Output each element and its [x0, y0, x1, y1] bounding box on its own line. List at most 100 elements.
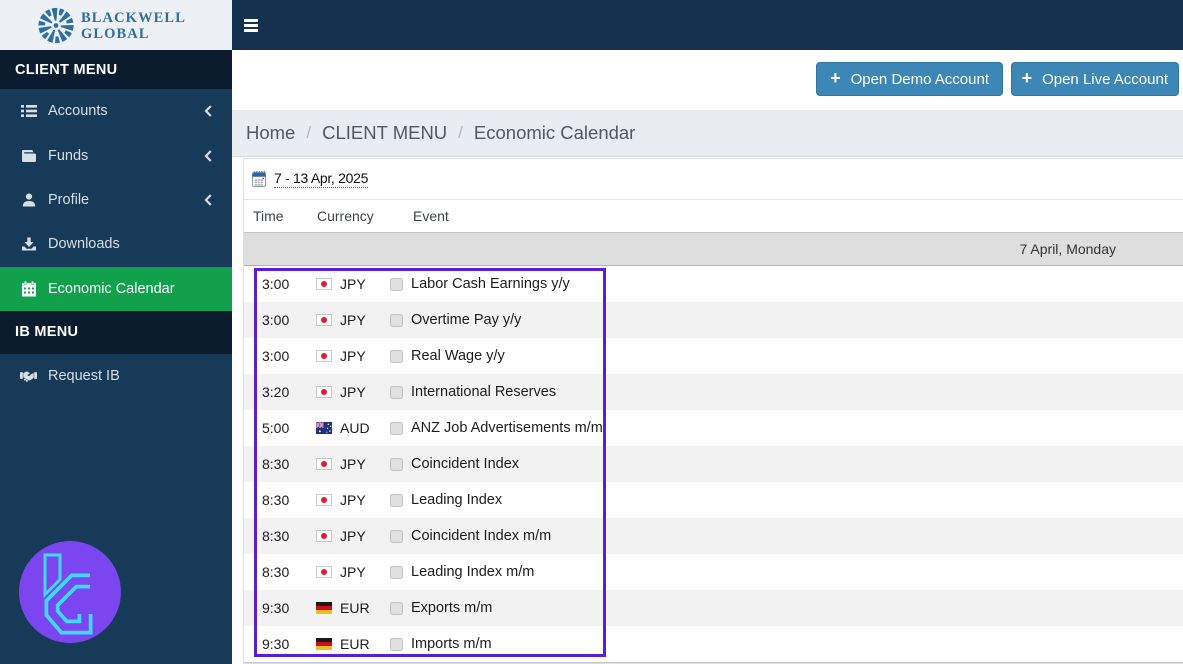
open-live-account-button[interactable]: + Open Live Account	[1010, 62, 1179, 96]
sidebar-item-profile[interactable]: Profile	[0, 178, 232, 222]
breadcrumb-separator: /	[306, 123, 312, 142]
handshake-icon	[20, 368, 37, 385]
sidebar-item-accounts[interactable]: Accounts	[0, 89, 232, 133]
download-icon	[20, 236, 37, 253]
currency-code: JPY	[340, 312, 366, 328]
japan-flag-svg	[316, 314, 332, 326]
sidebar-item-economic-calendar[interactable]: Economic Calendar	[0, 266, 232, 311]
sidebar-item-downloads[interactable]: Downloads	[0, 222, 232, 266]
event-row: 3:00 JPY Labor Cash Earnings y/y	[244, 266, 1183, 302]
australia-flag-svg	[316, 422, 332, 434]
calendar-icon-svg	[21, 281, 36, 297]
calendar-header-row: Time Currency Event	[244, 200, 1183, 233]
japan-flag	[316, 278, 340, 290]
currency-cell: JPY	[316, 384, 390, 400]
date-range-link[interactable]: 7 - 13 Apr, 2025	[274, 170, 368, 188]
event-checkbox[interactable]	[390, 457, 403, 471]
wallet-icon-svg	[21, 149, 36, 162]
currency-cell: JPY	[316, 456, 390, 472]
chevron-left-icon-svg	[204, 105, 212, 117]
open-demo-account-button[interactable]: + Open Demo Account	[816, 62, 1003, 96]
event-checkbox[interactable]	[390, 637, 403, 651]
user-icon	[20, 191, 37, 208]
currency-code: JPY	[340, 564, 366, 580]
sidebar-item-label: Accounts	[48, 103, 108, 120]
event-checkbox[interactable]	[390, 529, 403, 543]
event-name: Imports m/m	[411, 636, 492, 652]
logo-line2: GLOBAL	[81, 25, 150, 42]
japan-flag-svg	[316, 386, 332, 398]
event-time: 8:30	[262, 492, 290, 508]
event-row: 3:00 JPY Overtime Pay y/y	[244, 302, 1183, 338]
sidebar-item-label: Economic Calendar	[48, 280, 175, 297]
event-checkbox[interactable]	[390, 565, 403, 579]
event-row: 3:00 JPY Real Wage y/y	[244, 338, 1183, 374]
event-time: 3:00	[262, 276, 290, 292]
currency-cell: AUD	[316, 420, 390, 436]
ib-menu-header: IB MENU	[0, 310, 232, 354]
event-checkbox[interactable]	[390, 601, 403, 615]
handshake-icon-svg	[20, 371, 37, 382]
chevron-left-icon-svg	[204, 149, 212, 162]
economic-calendar-panel: 7 - 13 Apr, 2025 Time Currency Event 7 A…	[243, 158, 1183, 664]
event-name: International Reserves	[411, 384, 557, 400]
currency-code: AUD	[340, 420, 370, 436]
download-icon-svg	[21, 237, 36, 251]
column-header-event: Event	[413, 208, 449, 224]
sunburst-icon	[38, 7, 74, 43]
topbar	[232, 0, 1183, 50]
currency-cell: JPY	[316, 528, 390, 544]
currency-cell: JPY	[316, 348, 390, 364]
sidebar: BLACKWELL GLOBAL CLIENT MENU Accounts Fun…	[0, 0, 232, 664]
event-row: 5:00 AUD ANZ Job Advertisements m/m	[244, 410, 1183, 446]
sidebar-item-funds[interactable]: Funds	[0, 133, 232, 177]
sidebar-item-label: Request IB	[48, 368, 120, 385]
sidebar-item-request-ib[interactable]: Request IB	[0, 354, 232, 398]
breadcrumb-item[interactable]: CLIENT MENU	[322, 122, 447, 144]
germany-flag-svg	[316, 602, 332, 614]
hamburger-icon[interactable]	[244, 19, 258, 32]
currency-code: JPY	[340, 528, 366, 544]
calendar-rows: 3:00 JPY Labor Cash Earnings y/y 3:00 JPY Ove…	[244, 266, 1183, 662]
germany-flag-svg	[316, 638, 332, 650]
currency-cell: JPY	[316, 564, 390, 580]
column-header-time: Time	[253, 208, 284, 224]
actions-bar: + Open Demo Account + Open Live Account	[232, 50, 1183, 110]
germany-flag	[316, 638, 340, 650]
currency-code: EUR	[340, 600, 370, 616]
germany-flag	[316, 602, 340, 614]
sidebar-item-label: Profile	[48, 191, 90, 208]
column-header-currency: Currency	[317, 208, 374, 224]
event-time: 3:00	[262, 312, 290, 328]
event-time: 8:30	[262, 456, 290, 472]
open-live-account-label: Open Live Account	[1042, 70, 1168, 88]
australia-flag	[316, 422, 340, 434]
open-demo-account-label: Open Demo Account	[850, 70, 989, 88]
event-checkbox[interactable]	[390, 313, 403, 327]
event-checkbox[interactable]	[390, 385, 403, 399]
chevron-left-icon	[204, 105, 212, 117]
currency-code: JPY	[340, 384, 366, 400]
breadcrumb: Home / CLIENT MENU / Economic Calendar	[232, 110, 1183, 157]
japan-flag-svg	[316, 278, 332, 290]
event-time: 9:30	[262, 636, 290, 652]
logo[interactable]: BLACKWELL GLOBAL	[0, 0, 232, 50]
event-time: 9:30	[262, 600, 290, 616]
event-checkbox[interactable]	[390, 493, 403, 507]
event-name: ANZ Job Advertisements m/m	[411, 420, 603, 436]
event-row: 8:30 JPY Leading Index	[244, 482, 1183, 518]
japan-flag-svg	[316, 494, 332, 506]
event-checkbox[interactable]	[390, 421, 403, 435]
user-icon-svg	[22, 193, 35, 207]
event-checkbox[interactable]	[390, 277, 403, 291]
japan-flag	[316, 566, 340, 578]
calendar-icon	[20, 280, 37, 297]
event-checkbox[interactable]	[390, 349, 403, 363]
event-name: Leading Index	[411, 492, 503, 508]
currency-cell: JPY	[316, 492, 390, 508]
breadcrumb-item[interactable]: Home	[246, 122, 295, 144]
japan-flag-svg	[316, 530, 332, 542]
event-time: 3:00	[262, 348, 290, 364]
date-calendar-icon	[252, 171, 266, 187]
date-row: 7 - 13 Apr, 2025	[244, 159, 1183, 200]
